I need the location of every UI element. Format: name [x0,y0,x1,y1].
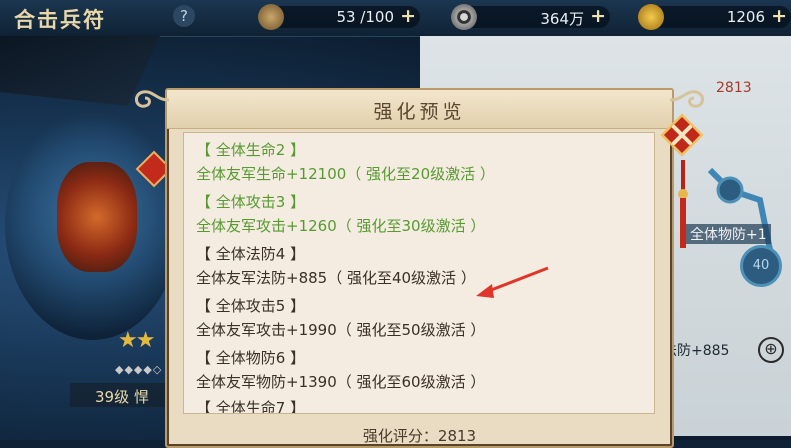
list-item: 【 全体法防4 】 [196,245,306,263]
close-icon[interactable] [659,112,705,158]
top-bar: 合击兵符 ? 53 /100 + 364万 + 1206 + [0,0,791,37]
help-button[interactable]: ? [173,5,195,27]
enhance-score: 强化评分：2813 [362,427,477,445]
add-stamina-button[interactable]: + [400,5,416,27]
coin-resource: 364万 + [451,4,610,30]
stamina-icon [258,4,284,30]
list-item: 全体友军攻击+1260（ 强化至30级激活 ） [196,217,486,235]
list-item: 【 全体生命7 】 [196,399,306,414]
add-ingot-button[interactable]: + [771,5,787,27]
ingot-icon [638,4,664,30]
page-title: 合击兵符 [14,7,106,32]
coin-value: 364万 [540,10,584,28]
panel-score: 2813 [716,80,752,96]
stamina-value: 53 /100 [336,8,394,26]
dialog-header: 强化预览 [167,90,672,129]
level-label: 39级 悍 [95,388,149,406]
defense-label: 全体物防+1 [686,224,771,244]
dialog-title: 强化预览 [373,101,466,123]
list-item: 【 全体攻击3 】 [196,193,306,211]
star-rating: ★★ [118,328,155,353]
list-item: 全体友军攻击+1990（ 强化至50级激活 ） [196,321,486,339]
tassel-decoration [678,160,688,248]
list-item: 【 全体生命2 】 [196,141,306,159]
list-item: 全体友军物防+1390（ 强化至60级激活 ） [196,373,486,391]
bonus-list: 【 全体生命2 】 全体友军生命+12100（ 强化至20级激活 ） 【 全体攻… [183,132,655,414]
list-item: 全体友军生命+12100（ 强化至20级激活 ） [196,165,495,183]
pointer-arrow-icon [476,266,549,298]
scroll-ornament-left-icon [131,86,171,112]
progress-dots: ◆◆◆◆◇ [115,363,163,376]
zoom-icon[interactable]: ⊕ [758,337,784,363]
ingot-value: 1206 [726,8,765,26]
ingot-resource: 1206 + [638,4,791,30]
scroll-ornament-right-icon [668,86,708,112]
emblem-core [57,162,137,272]
stamina-resource: 53 /100 + [258,4,420,30]
list-item: 【 全体攻击5 】 [196,297,306,315]
enhance-preview-dialog: 强化预览 【 全体生命2 】 全体友军生命+12100（ 强化至20级激活 ） … [135,88,704,448]
add-coin-button[interactable]: + [590,5,606,27]
coin-icon [451,4,477,30]
list-item: 全体友军法防+885（ 强化至40级激活 ） [196,269,476,287]
node-level-40[interactable]: 40 [740,245,782,287]
list-item: 【 全体物防6 】 [196,349,306,367]
tally-emblem[interactable] [5,110,180,340]
